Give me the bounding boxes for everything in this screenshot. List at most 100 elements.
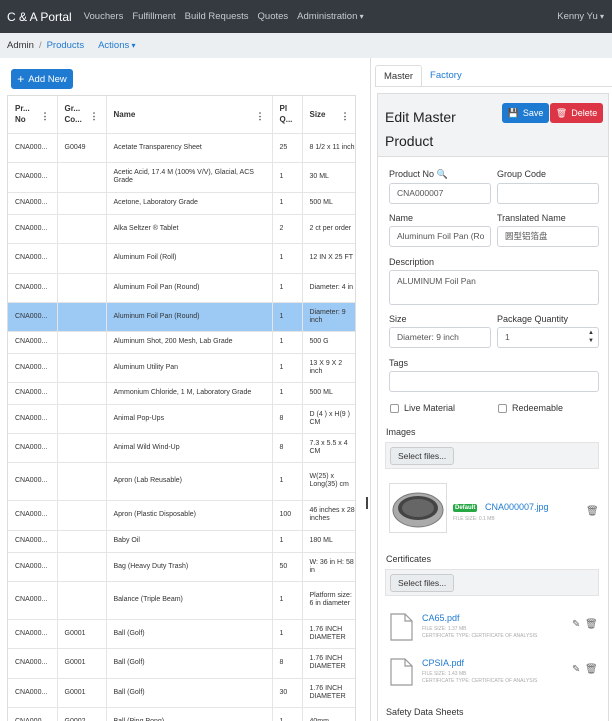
edit-icon[interactable]: ✎ (572, 664, 580, 675)
size-input[interactable]: Diameter: 9 inch (389, 327, 491, 348)
name-input[interactable]: Aluminum Foil Pan (Ro (389, 226, 491, 247)
table-row[interactable]: CNA000... G0001 Ball (Golf) 8 1.76 INCH DIAM… (8, 648, 355, 679)
group-code-cell (57, 331, 107, 354)
size-cell: 500 ML (302, 382, 355, 405)
trash-icon[interactable]: 🗑 (586, 506, 599, 517)
save-label: Save (522, 108, 544, 118)
table-row[interactable]: CNA000... G0049 Acetate Transparency Sheet… (8, 133, 355, 163)
certificate-link-cpsia[interactable]: CPSIA.pdf (422, 658, 464, 668)
table-row[interactable]: CNA000... Aluminum Foil Pan (Round) 1 Diame… (8, 273, 355, 303)
certificate-link-ca65[interactable]: CA65.pdf (422, 613, 460, 623)
table-row[interactable]: CNA000... Animal Pop-Ups 8 D (4 ) x H(9 ) C… (8, 404, 355, 434)
certificates-label: Certificates (386, 554, 432, 564)
column-header-product-no[interactable]: Pr... No ⋮ (8, 96, 58, 134)
images-select-files-button[interactable]: Select files... (390, 447, 455, 465)
image-file-link[interactable]: CNA000007.jpg (485, 502, 549, 512)
product-no-cell: CNA000... (8, 500, 58, 531)
size-cell: 13 X 9 X 2 inch (302, 353, 355, 383)
table-row[interactable]: CNA000... G0001 Ball (Golf) 1 1.76 INCH DIAM… (8, 619, 355, 649)
size-cell: Platform size: 6 in diameter (302, 581, 355, 620)
table-row[interactable]: CNA000... Alka Seltzer ® Tablet 2 2 ct per … (8, 214, 355, 244)
size-cell: 30 ML (302, 162, 355, 193)
table-row[interactable]: CNA000... G0001 Ball (Golf) 30 1.76 INCH DIA… (8, 678, 355, 708)
nav-administration[interactable]: Administration (297, 11, 363, 22)
brand-logo[interactable]: C & A Portal (7, 10, 72, 24)
package-quantity-stepper[interactable]: 1 ▲ ▼ (497, 327, 599, 348)
product-no-input[interactable]: CNA000007 (389, 183, 491, 204)
redeemable-checkbox[interactable] (498, 404, 507, 413)
live-material-label: Live Material (404, 403, 456, 413)
tab-factory[interactable]: Factory (422, 65, 470, 87)
table-row[interactable]: CNA000... Aluminum Shot, 200 Mesh, Lab Gr… (8, 331, 355, 354)
images-label: Images (386, 427, 416, 437)
group-code-input[interactable] (497, 183, 599, 204)
name-cell: Alka Seltzer ® Tablet (106, 214, 273, 244)
table-row[interactable]: CNA000... Apron (Lab Reusable) 1 W(25) x Lo… (8, 462, 355, 501)
edit-master-card: Edit Master Product 💾 Save 🗑 Delete Produc… (377, 93, 609, 721)
pane-resize-handle[interactable] (366, 497, 368, 509)
group-code-cell (57, 162, 107, 193)
column-header-size[interactable]: Size ⋮ (302, 96, 355, 134)
user-menu[interactable]: Kenny Yu (557, 11, 604, 22)
name-cell: Ball (Ping Pong) (106, 707, 273, 721)
column-header-package-qty[interactable]: Pl Q... (272, 96, 303, 134)
table-row[interactable]: CNA000... Aluminum Foil Pan (Round) 1 Diame… (8, 302, 355, 332)
stepper-arrows-icon[interactable]: ▲ ▼ (588, 329, 594, 345)
table-row[interactable]: CNA000... Aluminum Foil (Roll) 1 12 IN X 25… (8, 243, 355, 274)
edit-pane: Master Factory Edit Master Product 💾 Save… (370, 58, 612, 721)
table-row[interactable]: CNA000... Acetone, Laboratory Grade 1 500 M… (8, 192, 355, 215)
translated-name-input[interactable]: 圆型铝箔盘 (497, 226, 599, 247)
group-code-cell (57, 500, 107, 531)
column-header-group-code[interactable]: Gr... Co... ⋮ (57, 96, 107, 134)
trash-icon[interactable]: 🗑 (585, 619, 598, 630)
page-title: Edit Master Product (385, 109, 456, 149)
nav-quotes[interactable]: Quotes (258, 11, 289, 22)
breadcrumb-products[interactable]: Products (47, 40, 85, 51)
product-no-cell: CNA000... (8, 404, 58, 434)
group-code-cell (57, 382, 107, 405)
redeemable-label: Redeemable (512, 403, 564, 413)
table-row[interactable]: CNA000... Balance (Triple Beam) 1 Platform … (8, 581, 355, 620)
table-row[interactable]: CNA000... Acetic Acid, 17.4 M (100% V/V),… (8, 162, 355, 193)
save-button[interactable]: 💾 Save (502, 103, 549, 123)
group-code-cell (57, 433, 107, 463)
trash-icon: 🗑 (555, 107, 568, 118)
card-header: Edit Master Product 💾 Save 🗑 Delete (378, 94, 608, 157)
table-row[interactable]: CNA000... Ammonium Chloride, 1 M, Laborat… (8, 382, 355, 405)
search-icon[interactable]: 🔍 (437, 169, 448, 179)
column-menu-icon[interactable]: ⋮ (341, 111, 350, 122)
package-qty-cell: 1 (272, 353, 303, 383)
table-row[interactable]: CNA000... G0002 Ball (Ping Pong) 1 40mm (8, 707, 355, 721)
nav-fulfillment[interactable]: Fulfillment (132, 11, 175, 22)
delete-button[interactable]: 🗑 Delete (550, 103, 603, 123)
table-row[interactable]: CNA000... Animal Wild Wind-Up 8 7.3 x 5.5 x… (8, 433, 355, 463)
table-row[interactable]: CNA000... Apron (Plastic Disposable) 100 46… (8, 500, 355, 531)
tab-master[interactable]: Master (375, 65, 423, 87)
column-menu-icon[interactable]: ⋮ (41, 111, 50, 122)
certificates-select-files-button[interactable]: Select files... (390, 574, 455, 592)
name-cell: Apron (Plastic Disposable) (106, 500, 273, 531)
group-code-label: Group Code (497, 169, 547, 179)
live-material-checkbox[interactable] (390, 404, 399, 413)
package-qty-cell: 1 (272, 331, 303, 354)
nav-build-requests[interactable]: Build Requests (185, 11, 249, 22)
edit-icon[interactable]: ✎ (572, 619, 580, 630)
nav-vouchers[interactable]: Vouchers (84, 11, 124, 22)
package-qty-cell: 8 (272, 404, 303, 434)
package-qty-cell: 1 (272, 243, 303, 274)
table-row[interactable]: CNA000... Bag (Heavy Duty Trash) 50 W: 36 i… (8, 552, 355, 582)
table-row[interactable]: CNA000... Baby Oil 1 180 ML (8, 530, 355, 553)
add-new-button[interactable]: + Add New (11, 69, 73, 89)
trash-icon[interactable]: 🗑 (585, 664, 598, 675)
name-cell: Acetic Acid, 17.4 M (100% V/V), Glacial,… (106, 162, 273, 193)
group-code-cell (57, 462, 107, 501)
column-header-name[interactable]: Name ⋮ (106, 96, 273, 134)
column-menu-icon[interactable]: ⋮ (90, 111, 99, 122)
group-code-cell (57, 404, 107, 434)
group-code-cell (57, 192, 107, 215)
column-menu-icon[interactable]: ⋮ (256, 111, 265, 122)
tags-input[interactable] (389, 371, 599, 392)
actions-dropdown[interactable]: Actions (98, 40, 135, 51)
table-row[interactable]: CNA000... Aluminum Utility Pan 1 13 X 9 X 2… (8, 353, 355, 383)
description-textarea[interactable]: ALUMINUM Foil Pan (389, 270, 599, 305)
